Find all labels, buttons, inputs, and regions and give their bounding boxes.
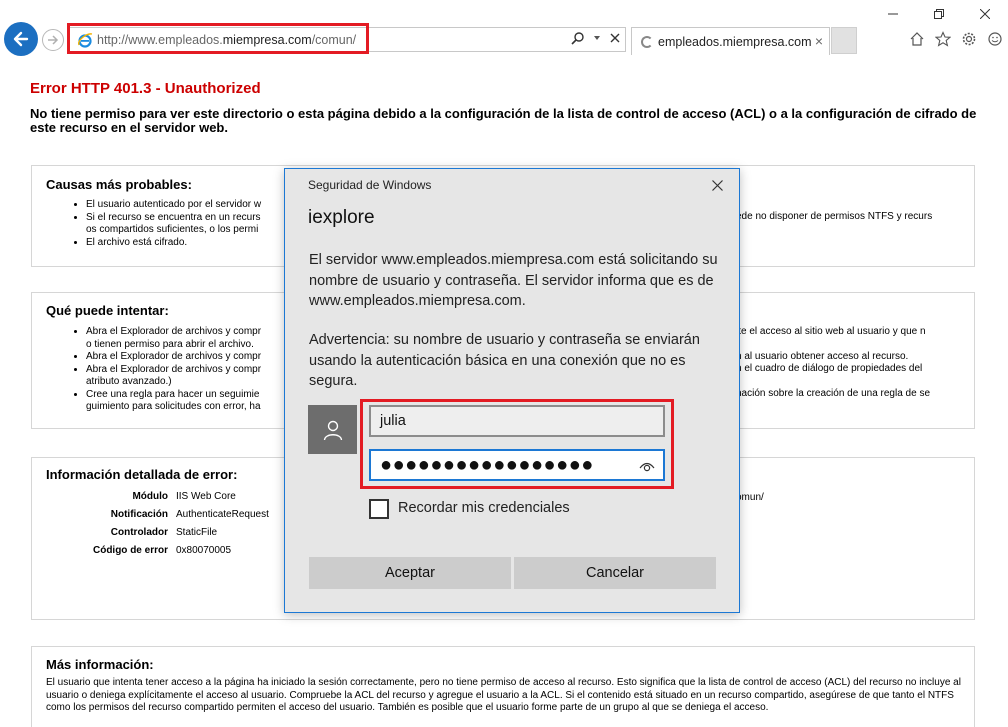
new-tab-button[interactable] [831,27,857,54]
tab-close-button[interactable]: × [815,33,823,49]
dialog-caption: Seguridad de Windows [308,178,432,192]
detail-heading: Información detallada de error: [46,467,238,482]
table-row: Código de error 0x80070005 [92,545,232,556]
search-icon[interactable] [571,31,585,45]
minimize-icon [888,13,898,15]
dialog-close-button[interactable] [709,177,725,193]
table-row: Módulo IIS Web Core [132,491,236,502]
favorites-button[interactable] [932,28,954,50]
gear-icon [962,32,976,46]
minimize-button[interactable] [870,0,916,28]
arrow-right-icon [48,35,59,45]
home-icon [910,32,924,46]
more-info-heading: Más información: [46,657,154,672]
avatar [308,405,357,454]
detail-text-fragment: omun/ [736,492,764,503]
causes-text-fragment: ede no disponer de permisos NTFS y recur… [736,211,933,222]
more-info-section: Más información: El usuario que intenta … [31,646,975,727]
try-heading: Qué puede intentar: [46,303,169,318]
try-text-fragment: nación sobre la creación de una regla de… [736,388,931,399]
close-icon [980,9,990,19]
credentials-highlight [360,399,674,489]
tab-active[interactable]: empleados.miempresa.com × [631,27,830,55]
smiley-icon [988,32,1002,46]
try-text-fragment: n al usuario obtener acceso al recurso. [736,351,909,362]
try-text-fragment: ite el acceso al sitio web al usuario y … [736,326,926,337]
restore-icon [934,9,944,19]
error-title: Error HTTP 401.3 - Unauthorized [30,80,261,97]
error-description: No tiene permiso para ver este directori… [30,106,977,135]
cancel-button[interactable]: Cancelar [514,557,716,589]
causes-heading: Causas más probables: [46,177,192,192]
try-text-fragment: n el cuadro de diálogo de propiedades de… [736,363,923,374]
loading-icon [641,36,653,48]
more-info-text: El usuario que intenta tener acceso a la… [46,677,961,713]
table-row: Notificación AuthenticateRequest [110,509,269,520]
feedback-button[interactable] [984,28,1006,50]
dialog-message: El servidor www.empleados.miempresa.com … [309,252,718,309]
remember-label[interactable]: Recordar mis credenciales [398,500,570,516]
user-icon [323,420,342,440]
close-window-button[interactable] [962,0,1008,28]
stop-icon[interactable] [609,32,621,44]
forward-button[interactable] [42,29,64,51]
home-button[interactable] [906,28,928,50]
restore-button[interactable] [916,0,962,28]
url-highlight [67,23,369,54]
table-row: Controlador StaticFile [110,527,218,538]
detail-table: Módulo IIS Web Core Notificación Authentic… [46,491,277,563]
close-icon [711,179,723,191]
dialog-app-name: iexplore [308,207,375,228]
remember-checkbox[interactable] [369,499,389,519]
back-button[interactable] [4,22,38,56]
accept-button[interactable]: Aceptar [309,557,511,589]
browser-toolbar: http://www.empleados.miempresa.com/comun… [0,0,1008,58]
dropdown-icon[interactable] [593,34,601,42]
tab-title: empleados.miempresa.com [658,35,812,49]
dialog-warning: Advertencia: su nombre de usuario y cont… [309,332,700,389]
star-icon [935,31,951,47]
arrow-left-icon [13,31,29,47]
tools-button[interactable] [958,28,980,50]
credentials-dialog: Seguridad de Windows iexplore El servido… [284,168,740,613]
